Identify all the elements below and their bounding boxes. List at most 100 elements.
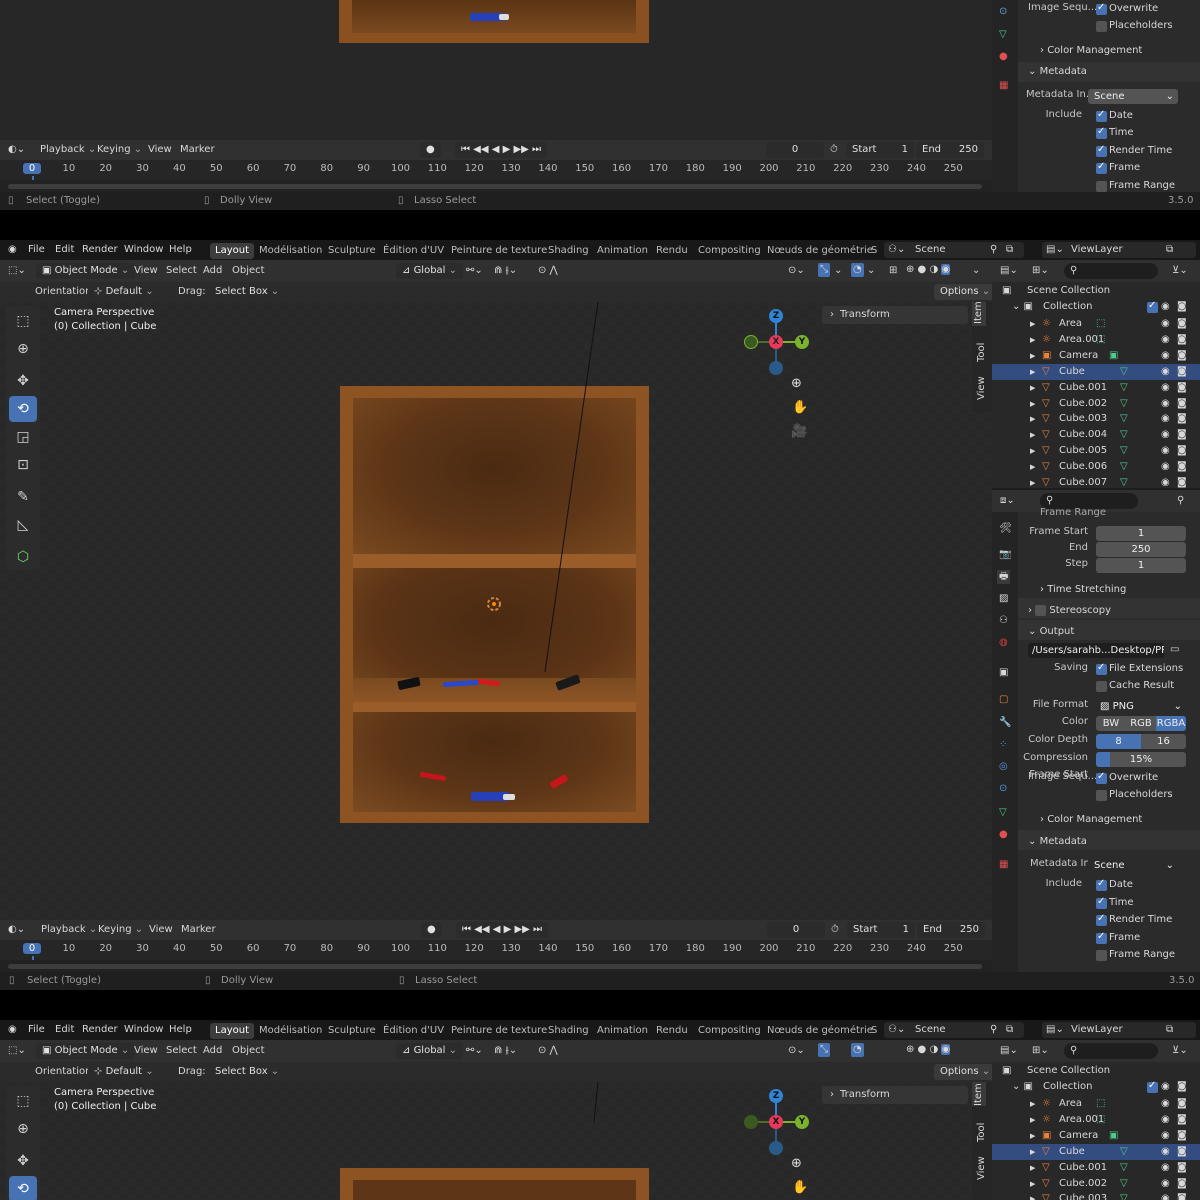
expand-arrow-icon[interactable]: ▶ xyxy=(1030,1145,1035,1159)
particles-tab-icon[interactable]: ⁘ xyxy=(999,738,1007,752)
select-menu[interactable]: Select xyxy=(166,264,197,278)
render-camera-icon[interactable]: ◙ xyxy=(1177,381,1187,395)
visibility-eye-icon[interactable]: ◉ xyxy=(1161,460,1170,474)
outliner-editor-icon[interactable]: ▤⌄ xyxy=(1000,1044,1018,1058)
new-viewlayer-icon[interactable]: ⧉ xyxy=(1166,243,1173,257)
object-data-icon[interactable]: ▽ xyxy=(1120,460,1128,474)
stereoscopy-checkbox[interactable] xyxy=(1035,604,1047,616)
tab-modelisation[interactable]: Modélisation xyxy=(254,1023,327,1039)
viewlayer-selector[interactable]: ▤⌄ ViewLayer ⧉ xyxy=(1042,242,1196,258)
collection-tab-icon[interactable]: ▣ xyxy=(999,666,1008,680)
outliner-search-input[interactable]: ⚲ xyxy=(1064,1043,1158,1059)
visibility-eye-icon[interactable]: ◉ xyxy=(1161,333,1170,347)
record-button[interactable]: ● xyxy=(421,922,442,938)
expand-arrow-icon[interactable]: ▶ xyxy=(1030,412,1035,426)
color-bw-button[interactable]: BW xyxy=(1096,716,1126,731)
shading-modes-icon[interactable]: ⊕ ● ◑ ◉ xyxy=(906,1043,951,1057)
placeholders-checkbox[interactable] xyxy=(1096,21,1107,32)
outliner-editor-icon[interactable]: ▤⌄ xyxy=(1000,264,1018,278)
shading-modes-icon[interactable]: ⊕ ● ◑ ◉ xyxy=(906,263,951,277)
view-layer-tab-icon[interactable]: ▨ xyxy=(999,592,1008,606)
overwrite-checkbox[interactable] xyxy=(1096,2,1107,15)
tab-peinture[interactable]: Peinture de texture xyxy=(446,243,552,259)
render-camera-icon[interactable]: ◙ xyxy=(1177,397,1187,411)
view-menu[interactable]: View xyxy=(134,1044,158,1058)
orientation-select[interactable]: ⊹ Default xyxy=(88,284,168,300)
texture-tab-icon[interactable]: ▦ xyxy=(999,858,1008,872)
outliner-row[interactable]: ▶ ▽ Cube.004 ▽ ◉ ◙ xyxy=(992,427,1200,443)
timeline-track[interactable] xyxy=(0,960,992,972)
depth-8-button[interactable]: 8 xyxy=(1096,734,1141,749)
outliner-row[interactable]: ▶ ▽ Cube.006 ▽ ◉ ◙ xyxy=(992,459,1200,475)
visibility-icon[interactable]: ⊙⌄ xyxy=(788,264,805,278)
object-data-icon[interactable]: ▣ xyxy=(1109,1129,1118,1143)
object-menu[interactable]: Object xyxy=(232,1044,265,1058)
menu-render[interactable]: Render xyxy=(82,243,118,257)
render-camera-icon[interactable]: ◙ xyxy=(1177,476,1187,490)
marker-menu[interactable]: Marker xyxy=(180,143,215,157)
new-scene-icon[interactable]: ⧉ xyxy=(1006,1023,1013,1037)
visibility-eye-icon[interactable]: ◉ xyxy=(1161,428,1170,442)
object-data-icon[interactable]: ⬚ xyxy=(1096,317,1105,331)
view-menu[interactable]: View xyxy=(148,143,172,157)
collection-checkbox[interactable] xyxy=(1147,1080,1158,1093)
tab-noeuds-geometrie[interactable]: Nœuds de géométrie xyxy=(762,1023,878,1039)
outliner-row[interactable]: ▶ ☼ Area ⬚ ◉ ◙ xyxy=(992,316,1200,332)
scene-selector[interactable]: ⚇⌄ Scene ⚲ ⧉ xyxy=(884,1022,1024,1038)
editor-type-icon[interactable]: ◐⌄ xyxy=(8,923,25,937)
outliner-row[interactable]: ▶ ☼ Area.001 ⬚ ◉ ◙ xyxy=(992,332,1200,348)
expand-arrow-icon[interactable]: ▶ xyxy=(1030,460,1035,474)
frame-start-field[interactable]: 1 xyxy=(1096,526,1186,541)
render-camera-icon[interactable]: ◙ xyxy=(1177,428,1187,442)
material-icon[interactable]: ● xyxy=(999,50,1008,64)
filter-icon[interactable]: ⊻⌄ xyxy=(1172,1044,1188,1058)
visibility-eye-icon[interactable]: ◉ xyxy=(1161,1177,1170,1191)
tab-layout[interactable]: Layout xyxy=(210,243,254,259)
color-management-panel[interactable]: › Color Management xyxy=(1040,44,1142,58)
compression-slider[interactable]: 15% xyxy=(1096,752,1186,767)
object-data-icon[interactable]: ▽ xyxy=(1120,1161,1128,1175)
frame-range-checkbox[interactable] xyxy=(1096,950,1107,961)
time-checkbox[interactable] xyxy=(1096,126,1107,139)
menu-window[interactable]: Window xyxy=(124,243,163,257)
object-data-icon[interactable]: ⬚ xyxy=(1096,1097,1105,1111)
expand-arrow-icon[interactable]: ▶ xyxy=(1030,349,1035,363)
outliner-row[interactable]: ▶ ▽ Cube.003 ▽ ◉ ◙ xyxy=(992,411,1200,427)
3d-viewport[interactable]: Camera Perspective (0) Collection | Cube… xyxy=(0,1082,992,1200)
output-path-field[interactable]: /Users/sarahb...Desktop/PPG01 xyxy=(1028,643,1164,658)
output-panel[interactable]: ⌄ Output xyxy=(1028,625,1074,639)
object-mode-select[interactable]: ▣ Object Mode xyxy=(36,263,136,279)
object-data-icon[interactable]: ▣ xyxy=(1109,349,1118,363)
end-field[interactable]: End 250 xyxy=(916,142,984,158)
tab-animation[interactable]: Animation xyxy=(592,243,653,259)
visibility-eye-icon[interactable]: ◉ xyxy=(1161,349,1170,363)
outliner-row[interactable]: ▶ ▽ Cube.003 ▽ ◉ ◙ xyxy=(992,1191,1200,1200)
render-time-checkbox[interactable] xyxy=(1096,144,1107,157)
cache-result-checkbox[interactable] xyxy=(1096,681,1107,692)
render-camera-icon[interactable]: ◙ xyxy=(1177,365,1187,379)
scene-tab-icon[interactable]: ⚇ xyxy=(999,614,1008,628)
outliner-row[interactable]: ▶ ▽ Cube.001 ▽ ◉ ◙ xyxy=(992,380,1200,396)
view-menu[interactable]: View xyxy=(134,264,158,278)
frame-checkbox[interactable] xyxy=(1096,931,1107,944)
metadata-input-select[interactable]: Scene ⌄ xyxy=(1088,858,1178,873)
stopwatch-icon[interactable]: ⏱ xyxy=(831,923,839,937)
visibility-eye-icon[interactable]: ◉ xyxy=(1161,300,1170,314)
orientation-select[interactable]: ⊹ Default xyxy=(88,1064,168,1080)
display-mode-icon[interactable]: ⊞⌄ xyxy=(1032,1044,1049,1058)
object-menu[interactable]: Object xyxy=(232,264,265,278)
outliner-search-input[interactable]: ⚲ xyxy=(1064,263,1158,279)
object-data-icon[interactable]: ⬚ xyxy=(1096,333,1105,347)
object-data-icon[interactable]: ▽ xyxy=(1120,444,1128,458)
outliner[interactable]: ▤⌄ ⊞⌄ ⚲ ⊻⌄ Scene Collection ▣ ⌄ ▣ Collec… xyxy=(992,1040,1200,1200)
xray-icon[interactable]: ⊞ xyxy=(889,264,897,278)
object-data-icon[interactable]: ⬚ xyxy=(1096,1113,1105,1127)
outliner-row[interactable]: ▶ ▣ Camera ▣ ◉ ◙ xyxy=(992,348,1200,364)
object-data-icon[interactable]: ▽ xyxy=(1120,476,1128,490)
visibility-eye-icon[interactable]: ◉ xyxy=(1161,412,1170,426)
add-menu[interactable]: Add xyxy=(203,264,222,278)
overlay-toggle-icon[interactable]: ◔ xyxy=(851,263,864,277)
folder-icon[interactable]: ▭ xyxy=(1170,643,1179,657)
physics-icon[interactable]: ⊙ xyxy=(999,5,1007,19)
timeline-ruler[interactable]: 0 10 20 30 40 50 60 70 80 90 100 110 120 130 140 150 160… xyxy=(0,160,992,196)
